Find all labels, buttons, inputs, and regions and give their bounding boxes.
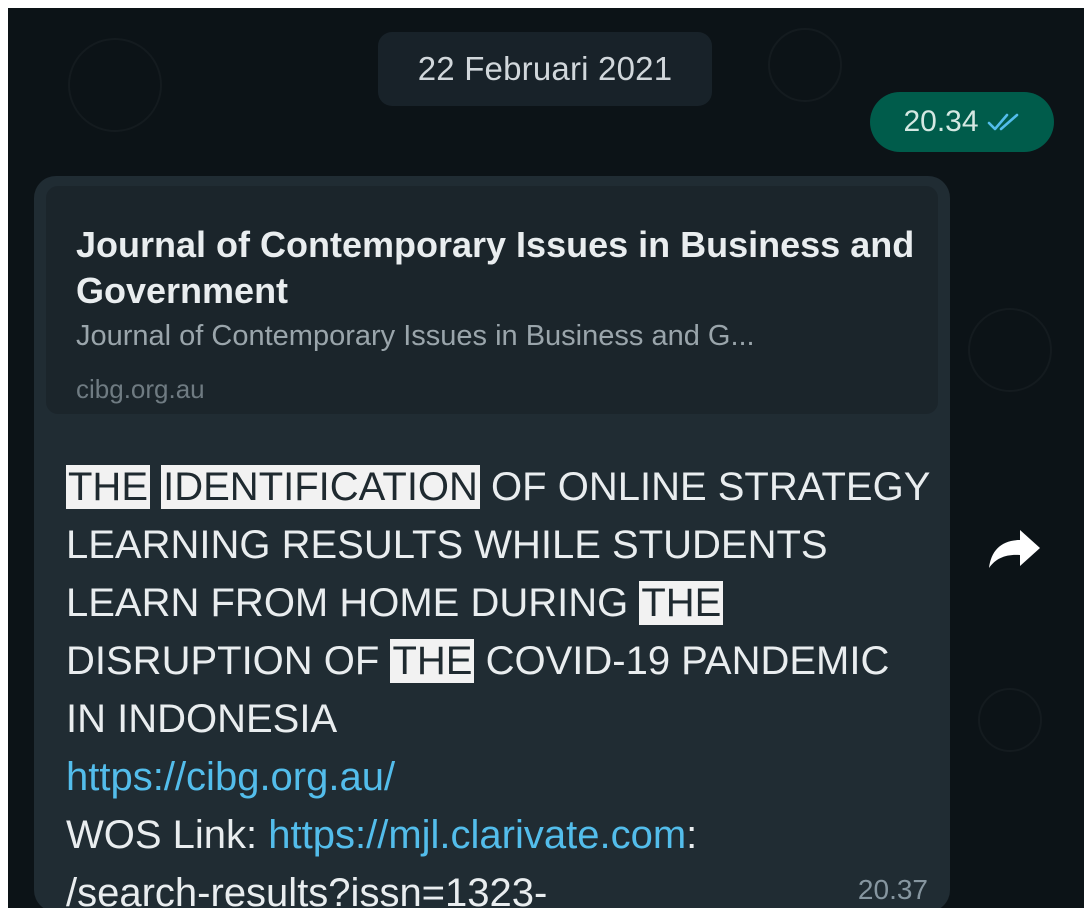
- message-text-segment: /search-results?issn=1323-: [66, 871, 548, 908]
- search-highlight: THE: [66, 465, 150, 509]
- wallpaper-doodle: [768, 28, 842, 102]
- received-message-time: 20.37: [857, 874, 928, 905]
- date-separator: 22 Februari 2021: [378, 32, 712, 106]
- link-preview-title: Journal of Contemporary Issues in Busine…: [76, 224, 915, 311]
- message-text-segment: :: [686, 813, 698, 857]
- message-text-segment: DISRUPTION OF: [66, 639, 391, 683]
- forward-arrow-icon[interactable]: [986, 524, 1044, 572]
- search-highlight: THE: [639, 581, 724, 625]
- sent-message-bubble[interactable]: 20.34: [870, 92, 1054, 152]
- link-preview-card[interactable]: Journal of Contemporary Issues in Busine…: [46, 186, 938, 414]
- chat-screen: 22 Februari 2021 20.34 Journal of Contem…: [8, 8, 1084, 908]
- message-link-cibg[interactable]: https://cibg.org.au/: [66, 755, 395, 799]
- link-preview-description: Journal of Contemporary Issues in Busine…: [76, 320, 755, 352]
- link-preview-domain: cibg.org.au: [76, 374, 205, 404]
- received-message-bubble[interactable]: Journal of Contemporary Issues in Busine…: [34, 176, 950, 908]
- double-check-icon: [987, 113, 1018, 131]
- wallpaper-doodle: [978, 688, 1042, 752]
- wallpaper-doodle: [968, 308, 1052, 392]
- date-separator-label: 22 Februari 2021: [417, 50, 673, 87]
- wos-link-label: WOS Link:: [66, 813, 269, 857]
- message-link-clarivate[interactable]: https://mjl.clarivate.com: [268, 813, 686, 857]
- wallpaper-doodle: [68, 38, 162, 132]
- search-highlight: IDENTIFICATION: [161, 465, 480, 509]
- search-highlight: THE: [390, 639, 475, 683]
- sent-message-time: 20.34: [903, 105, 979, 138]
- message-text: THE IDENTIFICATION OF ONLINE STRATEGY LE…: [66, 458, 936, 908]
